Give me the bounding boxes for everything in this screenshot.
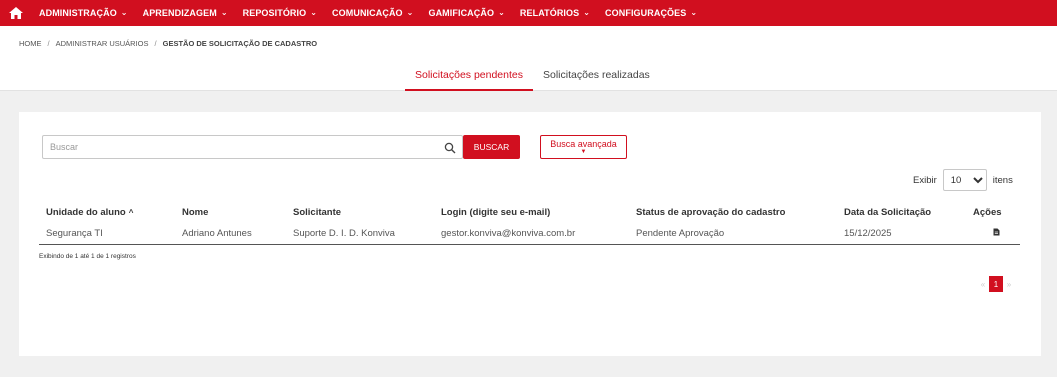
document-icon[interactable] [993,228,1000,239]
table-row: Segurança TI Adriano Antunes Suporte D. … [39,223,1020,244]
table-header-row: Unidade do aluno^ Nome Solicitante Login… [39,202,1020,223]
chevron-down-icon: ⌄ [583,9,590,17]
nav-label: GAMIFICAÇÃO [428,8,494,18]
tab-solicitacoes-realizadas[interactable]: Solicitações realizadas [533,69,660,91]
page-1-button[interactable]: 1 [989,276,1003,292]
search-box [42,135,463,159]
page-header: HOME / ADMINISTRAR USUÁRIOS / GESTÃO DE … [0,26,1057,91]
chevron-down-icon: ⌄ [310,9,317,17]
nav-label: RELATÓRIOS [520,8,579,18]
col-label: Unidade do aluno [46,207,126,218]
tabs: Solicitações pendentes Solicitações real… [405,69,660,91]
breadcrumb-separator: / [155,39,157,48]
col-data[interactable]: Data da Solicitação [837,202,966,223]
nav-label: CONFIGURAÇÕES [605,8,686,18]
page-size-select[interactable]: 10 [943,169,987,191]
prev-page-button[interactable]: « [977,280,989,289]
caret-down-icon: ▼ [581,150,587,155]
search-button[interactable]: BUSCAR [463,135,520,159]
breadcrumb: HOME / ADMINISTRAR USUÁRIOS / GESTÃO DE … [19,39,317,48]
col-unidade[interactable]: Unidade do aluno^ [39,202,175,223]
records-info: Exibindo de 1 até 1 de 1 registros [39,253,136,260]
cell-data: 15/12/2025 [837,223,966,244]
advanced-search-label: Busca avançada [550,139,617,149]
page-size-control: Exibir 10 itens [913,169,1013,191]
cell-unidade: Segurança TI [39,223,175,244]
chevron-down-icon: ⌄ [121,9,128,17]
breadcrumb-home[interactable]: HOME [19,39,42,48]
breadcrumb-current: GESTÃO DE SOLICITAÇÃO DE CADASTRO [163,39,317,48]
nav-administracao[interactable]: ADMINISTRAÇÃO ⌄ [39,8,128,18]
col-login[interactable]: Login (digite seu e-mail) [434,202,629,223]
tab-solicitacoes-pendentes[interactable]: Solicitações pendentes [405,69,533,91]
chevron-down-icon: ⌄ [690,9,697,17]
top-nav: ADMINISTRAÇÃO ⌄ APRENDIZAGEM ⌄ REPOSITÓRIO… [0,0,1057,26]
nav-label: COMUNICAÇÃO [332,8,403,18]
nav-label: APRENDIZAGEM [143,8,217,18]
col-acoes: Ações [966,202,1020,223]
nav-relatorios[interactable]: RELATÓRIOS ⌄ [520,8,590,18]
nav-configuracoes[interactable]: CONFIGURAÇÕES ⌄ [605,8,697,18]
search-input[interactable] [43,136,433,158]
nav-gamificacao[interactable]: GAMIFICAÇÃO ⌄ [428,8,504,18]
col-nome[interactable]: Nome [175,202,286,223]
col-solicitante[interactable]: Solicitante [286,202,434,223]
requests-table: Unidade do aluno^ Nome Solicitante Login… [39,202,1020,245]
nav-label: REPOSITÓRIO [243,8,307,18]
nav-label: ADMINISTRAÇÃO [39,8,117,18]
page-size-label: Exibir [913,175,937,186]
sort-up-icon[interactable]: ^ [129,208,134,217]
pagination: « 1 » [977,276,1015,292]
content-card: BUSCAR Busca avançada ▼ Exibir 10 itens … [19,112,1041,356]
cell-solicitante: Suporte D. I. D. Konviva [286,223,434,244]
chevron-down-icon: ⌄ [498,9,505,17]
search-icon[interactable] [444,141,456,153]
nav-repositorio[interactable]: REPOSITÓRIO⌄ [243,8,317,18]
nav-comunicacao[interactable]: COMUNICAÇÃO ⌄ [332,8,413,18]
col-status[interactable]: Status de aprovação do cadastro [629,202,837,223]
chevron-down-icon: ⌄ [221,9,228,17]
advanced-search-button[interactable]: Busca avançada ▼ [540,135,627,159]
chevron-down-icon: ⌄ [407,9,414,17]
cell-nome: Adriano Antunes [175,223,286,244]
home-icon[interactable] [9,7,23,19]
next-page-button[interactable]: » [1003,280,1015,289]
cell-login: gestor.konviva@konviva.com.br [434,223,629,244]
page-size-suffix: itens [993,175,1013,186]
cell-status: Pendente Aprovação [629,223,837,244]
breadcrumb-separator: / [48,39,50,48]
breadcrumb-administrar-usuarios[interactable]: ADMINISTRAR USUÁRIOS [56,39,149,48]
cell-acoes [966,223,1020,244]
nav-aprendizagem[interactable]: APRENDIZAGEM ⌄ [143,8,228,18]
